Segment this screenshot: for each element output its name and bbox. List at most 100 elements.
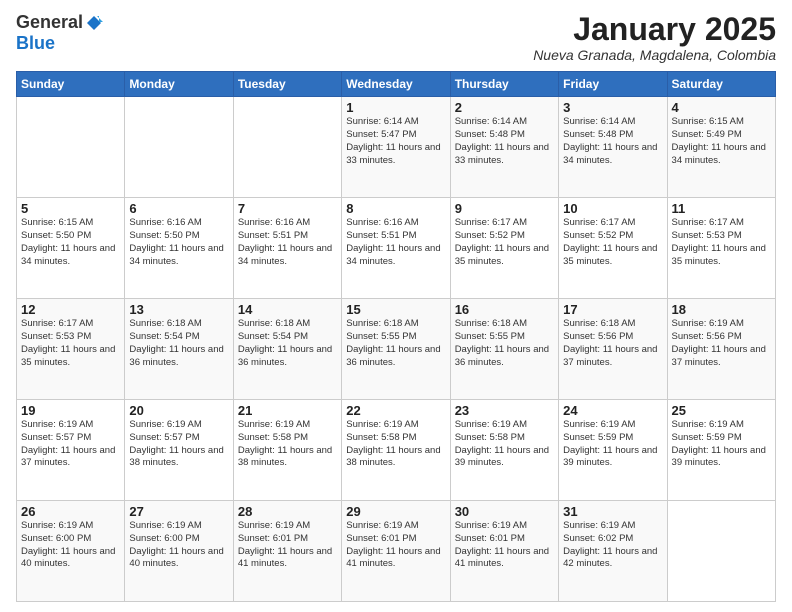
calendar-week-row: 1Sunrise: 6:14 AM Sunset: 5:47 PM Daylig… bbox=[17, 97, 776, 198]
col-wednesday: Wednesday bbox=[342, 72, 450, 97]
day-number: 20 bbox=[129, 403, 228, 418]
table-row: 5Sunrise: 6:15 AM Sunset: 5:50 PM Daylig… bbox=[17, 198, 125, 299]
calendar-table: Sunday Monday Tuesday Wednesday Thursday… bbox=[16, 71, 776, 602]
table-row: 25Sunrise: 6:19 AM Sunset: 5:59 PM Dayli… bbox=[667, 400, 775, 501]
table-row: 31Sunrise: 6:19 AM Sunset: 6:02 PM Dayli… bbox=[559, 501, 667, 602]
day-info: Sunrise: 6:19 AM Sunset: 5:58 PM Dayligh… bbox=[455, 419, 554, 470]
table-row: 22Sunrise: 6:19 AM Sunset: 5:58 PM Dayli… bbox=[342, 400, 450, 501]
day-info: Sunrise: 6:17 AM Sunset: 5:52 PM Dayligh… bbox=[455, 217, 554, 268]
day-info: Sunrise: 6:19 AM Sunset: 5:59 PM Dayligh… bbox=[563, 419, 662, 470]
header: General Blue January 2025 Nueva Granada,… bbox=[16, 12, 776, 63]
table-row bbox=[233, 97, 341, 198]
table-row: 23Sunrise: 6:19 AM Sunset: 5:58 PM Dayli… bbox=[450, 400, 558, 501]
table-row: 10Sunrise: 6:17 AM Sunset: 5:52 PM Dayli… bbox=[559, 198, 667, 299]
calendar-week-row: 19Sunrise: 6:19 AM Sunset: 5:57 PM Dayli… bbox=[17, 400, 776, 501]
table-row bbox=[125, 97, 233, 198]
day-info: Sunrise: 6:15 AM Sunset: 5:50 PM Dayligh… bbox=[21, 217, 120, 268]
day-number: 16 bbox=[455, 302, 554, 317]
logo: General Blue bbox=[16, 12, 103, 54]
col-sunday: Sunday bbox=[17, 72, 125, 97]
day-info: Sunrise: 6:19 AM Sunset: 5:57 PM Dayligh… bbox=[129, 419, 228, 470]
col-tuesday: Tuesday bbox=[233, 72, 341, 97]
day-info: Sunrise: 6:14 AM Sunset: 5:48 PM Dayligh… bbox=[563, 116, 662, 167]
day-info: Sunrise: 6:16 AM Sunset: 5:51 PM Dayligh… bbox=[238, 217, 337, 268]
logo-icon bbox=[85, 14, 103, 32]
day-info: Sunrise: 6:19 AM Sunset: 6:02 PM Dayligh… bbox=[563, 520, 662, 571]
table-row: 8Sunrise: 6:16 AM Sunset: 5:51 PM Daylig… bbox=[342, 198, 450, 299]
table-row: 16Sunrise: 6:18 AM Sunset: 5:55 PM Dayli… bbox=[450, 299, 558, 400]
table-row: 19Sunrise: 6:19 AM Sunset: 5:57 PM Dayli… bbox=[17, 400, 125, 501]
day-info: Sunrise: 6:15 AM Sunset: 5:49 PM Dayligh… bbox=[672, 116, 771, 167]
table-row: 24Sunrise: 6:19 AM Sunset: 5:59 PM Dayli… bbox=[559, 400, 667, 501]
col-saturday: Saturday bbox=[667, 72, 775, 97]
table-row: 4Sunrise: 6:15 AM Sunset: 5:49 PM Daylig… bbox=[667, 97, 775, 198]
day-number: 30 bbox=[455, 504, 554, 519]
col-friday: Friday bbox=[559, 72, 667, 97]
table-row: 28Sunrise: 6:19 AM Sunset: 6:01 PM Dayli… bbox=[233, 501, 341, 602]
logo-general-text: General bbox=[16, 12, 83, 33]
day-info: Sunrise: 6:17 AM Sunset: 5:53 PM Dayligh… bbox=[672, 217, 771, 268]
day-number: 13 bbox=[129, 302, 228, 317]
day-info: Sunrise: 6:19 AM Sunset: 5:57 PM Dayligh… bbox=[21, 419, 120, 470]
day-number: 3 bbox=[563, 100, 662, 115]
day-info: Sunrise: 6:18 AM Sunset: 5:56 PM Dayligh… bbox=[563, 318, 662, 369]
day-number: 9 bbox=[455, 201, 554, 216]
day-info: Sunrise: 6:18 AM Sunset: 5:54 PM Dayligh… bbox=[238, 318, 337, 369]
table-row: 21Sunrise: 6:19 AM Sunset: 5:58 PM Dayli… bbox=[233, 400, 341, 501]
day-number: 28 bbox=[238, 504, 337, 519]
day-number: 6 bbox=[129, 201, 228, 216]
day-number: 12 bbox=[21, 302, 120, 317]
table-row: 7Sunrise: 6:16 AM Sunset: 5:51 PM Daylig… bbox=[233, 198, 341, 299]
day-number: 14 bbox=[238, 302, 337, 317]
day-info: Sunrise: 6:19 AM Sunset: 6:00 PM Dayligh… bbox=[21, 520, 120, 571]
logo-blue-text: Blue bbox=[16, 33, 55, 54]
day-info: Sunrise: 6:17 AM Sunset: 5:52 PM Dayligh… bbox=[563, 217, 662, 268]
table-row bbox=[667, 501, 775, 602]
table-row: 29Sunrise: 6:19 AM Sunset: 6:01 PM Dayli… bbox=[342, 501, 450, 602]
day-number: 21 bbox=[238, 403, 337, 418]
col-thursday: Thursday bbox=[450, 72, 558, 97]
day-number: 31 bbox=[563, 504, 662, 519]
day-number: 27 bbox=[129, 504, 228, 519]
day-number: 5 bbox=[21, 201, 120, 216]
day-info: Sunrise: 6:19 AM Sunset: 6:01 PM Dayligh… bbox=[346, 520, 445, 571]
table-row: 6Sunrise: 6:16 AM Sunset: 5:50 PM Daylig… bbox=[125, 198, 233, 299]
location: Nueva Granada, Magdalena, Colombia bbox=[533, 47, 776, 63]
day-number: 26 bbox=[21, 504, 120, 519]
table-row: 17Sunrise: 6:18 AM Sunset: 5:56 PM Dayli… bbox=[559, 299, 667, 400]
day-number: 1 bbox=[346, 100, 445, 115]
day-number: 17 bbox=[563, 302, 662, 317]
table-row: 15Sunrise: 6:18 AM Sunset: 5:55 PM Dayli… bbox=[342, 299, 450, 400]
day-number: 8 bbox=[346, 201, 445, 216]
day-number: 18 bbox=[672, 302, 771, 317]
table-row: 20Sunrise: 6:19 AM Sunset: 5:57 PM Dayli… bbox=[125, 400, 233, 501]
day-number: 7 bbox=[238, 201, 337, 216]
day-info: Sunrise: 6:18 AM Sunset: 5:55 PM Dayligh… bbox=[455, 318, 554, 369]
day-number: 2 bbox=[455, 100, 554, 115]
day-info: Sunrise: 6:19 AM Sunset: 6:00 PM Dayligh… bbox=[129, 520, 228, 571]
calendar-header-row: Sunday Monday Tuesday Wednesday Thursday… bbox=[17, 72, 776, 97]
calendar-week-row: 26Sunrise: 6:19 AM Sunset: 6:00 PM Dayli… bbox=[17, 501, 776, 602]
table-row: 2Sunrise: 6:14 AM Sunset: 5:48 PM Daylig… bbox=[450, 97, 558, 198]
day-info: Sunrise: 6:19 AM Sunset: 6:01 PM Dayligh… bbox=[455, 520, 554, 571]
table-row: 14Sunrise: 6:18 AM Sunset: 5:54 PM Dayli… bbox=[233, 299, 341, 400]
table-row bbox=[17, 97, 125, 198]
month-title: January 2025 bbox=[533, 12, 776, 47]
day-info: Sunrise: 6:16 AM Sunset: 5:50 PM Dayligh… bbox=[129, 217, 228, 268]
day-info: Sunrise: 6:19 AM Sunset: 5:59 PM Dayligh… bbox=[672, 419, 771, 470]
table-row: 18Sunrise: 6:19 AM Sunset: 5:56 PM Dayli… bbox=[667, 299, 775, 400]
table-row: 9Sunrise: 6:17 AM Sunset: 5:52 PM Daylig… bbox=[450, 198, 558, 299]
day-info: Sunrise: 6:14 AM Sunset: 5:47 PM Dayligh… bbox=[346, 116, 445, 167]
table-row: 13Sunrise: 6:18 AM Sunset: 5:54 PM Dayli… bbox=[125, 299, 233, 400]
table-row: 1Sunrise: 6:14 AM Sunset: 5:47 PM Daylig… bbox=[342, 97, 450, 198]
day-number: 23 bbox=[455, 403, 554, 418]
table-row: 30Sunrise: 6:19 AM Sunset: 6:01 PM Dayli… bbox=[450, 501, 558, 602]
page: General Blue January 2025 Nueva Granada,… bbox=[0, 0, 792, 612]
header-right: January 2025 Nueva Granada, Magdalena, C… bbox=[533, 12, 776, 63]
day-number: 29 bbox=[346, 504, 445, 519]
calendar-week-row: 5Sunrise: 6:15 AM Sunset: 5:50 PM Daylig… bbox=[17, 198, 776, 299]
day-info: Sunrise: 6:19 AM Sunset: 5:58 PM Dayligh… bbox=[346, 419, 445, 470]
table-row: 12Sunrise: 6:17 AM Sunset: 5:53 PM Dayli… bbox=[17, 299, 125, 400]
calendar-week-row: 12Sunrise: 6:17 AM Sunset: 5:53 PM Dayli… bbox=[17, 299, 776, 400]
day-number: 24 bbox=[563, 403, 662, 418]
